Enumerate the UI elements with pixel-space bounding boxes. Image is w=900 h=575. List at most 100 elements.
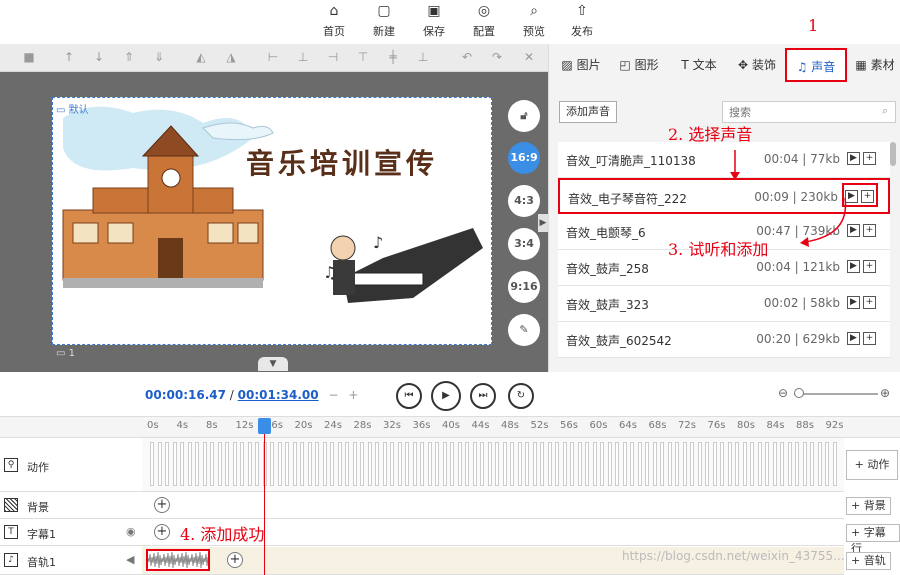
- next-button[interactable]: ⏭: [470, 383, 496, 409]
- tab-sound[interactable]: ♫ 声音: [785, 48, 847, 82]
- move-down-icon[interactable]: ↓: [90, 50, 108, 64]
- timeline-tick: 76s: [707, 420, 726, 431]
- action-track[interactable]: [142, 438, 844, 492]
- tab-material[interactable]: ▦ 素材: [852, 48, 898, 82]
- save-button[interactable]: ▣ 保存: [412, 2, 456, 39]
- add-subtitle-line-button[interactable]: + 字幕行: [846, 524, 900, 555]
- action-keyframe: [225, 442, 229, 486]
- sound-item[interactable]: 音效_鼓声_602542 00:20 | 629kb ▶ +: [558, 322, 890, 358]
- align-bottom-icon[interactable]: ⊥: [414, 50, 432, 64]
- ratio-4-3-button[interactable]: 4:3: [508, 185, 540, 217]
- align-top-icon[interactable]: ⊤: [354, 50, 372, 64]
- skip-forward-icon: ⏭: [478, 390, 488, 401]
- zoom-slider[interactable]: [794, 393, 878, 395]
- add-sound-button[interactable]: 添加声音: [559, 101, 617, 123]
- previous-button[interactable]: ⏮: [396, 383, 422, 409]
- align-right-icon[interactable]: ⊣: [324, 50, 342, 64]
- increase-duration-button[interactable]: +: [348, 388, 358, 402]
- flip-vertical-icon[interactable]: ◭: [192, 50, 210, 64]
- timeline-tick: 36s: [412, 420, 431, 431]
- add-sound-icon[interactable]: +: [863, 152, 876, 165]
- new-button[interactable]: ▢ 新建: [362, 2, 406, 39]
- slide-title[interactable]: 音乐培训宣传: [246, 142, 438, 182]
- action-keyframe: [202, 442, 207, 486]
- ratio-9-16-button[interactable]: 9:16: [508, 271, 540, 303]
- action-keyframe: [442, 442, 447, 486]
- move-up-icon[interactable]: ↑: [60, 50, 78, 64]
- publish-button[interactable]: ⇧ 发布: [560, 2, 604, 39]
- action-keyframe: [502, 442, 507, 486]
- track-label-subtitle: T 字幕1 ◉: [0, 520, 142, 546]
- zoom-slider-handle[interactable]: [794, 388, 804, 398]
- background-track[interactable]: +: [142, 493, 844, 519]
- collapse-panel-handle[interactable]: ▶: [538, 214, 548, 232]
- add-background-icon[interactable]: +: [154, 497, 170, 513]
- visibility-eye-icon[interactable]: ◉: [126, 525, 136, 538]
- add-background-button[interactable]: + 背景: [846, 497, 891, 515]
- lock-canvas-button[interactable]: 🔓︎: [508, 100, 540, 132]
- replay-button[interactable]: ↻: [508, 383, 534, 409]
- action-keyframe: [232, 442, 237, 486]
- track-label-action: ⚲ 动作: [0, 438, 142, 492]
- action-keyframe: [757, 442, 762, 486]
- total-time[interactable]: 00:01:34.00: [238, 388, 319, 402]
- edit-canvas-button[interactable]: ✎: [508, 314, 540, 346]
- undo-icon[interactable]: ↶: [458, 50, 476, 64]
- zoom-in-icon[interactable]: ⊕: [880, 386, 890, 400]
- expand-timeline-handle[interactable]: ▼: [258, 357, 288, 371]
- ratio-16-9-button[interactable]: 16:9: [508, 142, 540, 174]
- tab-text[interactable]: T 文本: [674, 48, 724, 82]
- action-keyframe: [825, 442, 829, 486]
- ratio-3-4-button[interactable]: 3:4: [508, 228, 540, 260]
- decrease-duration-button[interactable]: −: [328, 388, 338, 402]
- playhead-handle[interactable]: [258, 418, 271, 434]
- move-bottom-icon[interactable]: ⇓: [150, 50, 168, 64]
- action-keyframe: [802, 442, 807, 486]
- add-audio-icon[interactable]: +: [227, 552, 243, 568]
- background-icon: [4, 498, 18, 512]
- action-keyframe: [817, 442, 822, 486]
- time-display: 00:00:16.47 / 00:01:34.00 − +: [145, 388, 359, 402]
- play-button[interactable]: ▶: [431, 381, 461, 411]
- tab-decoration[interactable]: ✥ 装饰: [732, 48, 782, 82]
- preview-play-icon[interactable]: ▶: [847, 296, 860, 309]
- add-sound-icon[interactable]: +: [863, 224, 876, 237]
- timeline-tick: 68s: [648, 420, 667, 431]
- delete-icon[interactable]: ✕: [520, 50, 538, 64]
- sound-item[interactable]: 音效_鼓声_323 00:02 | 58kb ▶ +: [558, 286, 890, 322]
- align-left-icon[interactable]: ⊢: [264, 50, 282, 64]
- move-top-icon[interactable]: ⇑: [120, 50, 138, 64]
- slide-stage[interactable]: ♪ ♫: [52, 97, 492, 345]
- action-keyframe: [187, 442, 192, 486]
- slide-illustration: ♪ ♫: [53, 98, 491, 344]
- settings-button[interactable]: ◎ 配置: [462, 2, 506, 39]
- flip-horizontal-icon[interactable]: ◮: [222, 50, 240, 64]
- add-subtitle-icon[interactable]: +: [154, 524, 170, 540]
- align-center-icon[interactable]: ⊥: [294, 50, 312, 64]
- audio-clip[interactable]: [146, 549, 210, 571]
- zoom-out-icon[interactable]: ⊖: [778, 386, 788, 400]
- add-sound-icon[interactable]: +: [863, 296, 876, 309]
- align-middle-icon[interactable]: ╪: [384, 50, 402, 64]
- sound-search-input[interactable]: [722, 101, 896, 123]
- home-button[interactable]: ⌂ 首页: [312, 2, 356, 39]
- add-sound-icon[interactable]: +: [863, 260, 876, 273]
- preview-play-icon[interactable]: ▶: [847, 260, 860, 273]
- tab-shape[interactable]: ◰ 图形: [614, 48, 664, 82]
- action-keyframe: [532, 442, 537, 486]
- tab-image[interactable]: ▨ 图片: [556, 48, 606, 82]
- add-sound-icon[interactable]: +: [863, 332, 876, 345]
- preview-play-icon[interactable]: ▶: [847, 332, 860, 345]
- sound-list-scrollbar[interactable]: [890, 142, 896, 166]
- save-icon: ▣: [427, 3, 441, 19]
- add-action-button[interactable]: + 动作: [846, 450, 898, 480]
- action-keyframe: [472, 442, 477, 486]
- lock-icon[interactable]: ■: [20, 50, 38, 64]
- top-toolbar: ⌂ 首页 ▢ 新建 ▣ 保存 ◎ 配置 ⌕ 预览 ⇧ 发布: [0, 0, 900, 44]
- volume-icon[interactable]: ◀: [126, 553, 134, 566]
- action-keyframe: [315, 442, 319, 486]
- preview-button[interactable]: ⌕ 预览: [512, 2, 556, 39]
- action-keyframe: [240, 442, 244, 486]
- redo-icon[interactable]: ↷: [488, 50, 506, 64]
- add-audio-track-button[interactable]: + 音轨: [846, 552, 891, 570]
